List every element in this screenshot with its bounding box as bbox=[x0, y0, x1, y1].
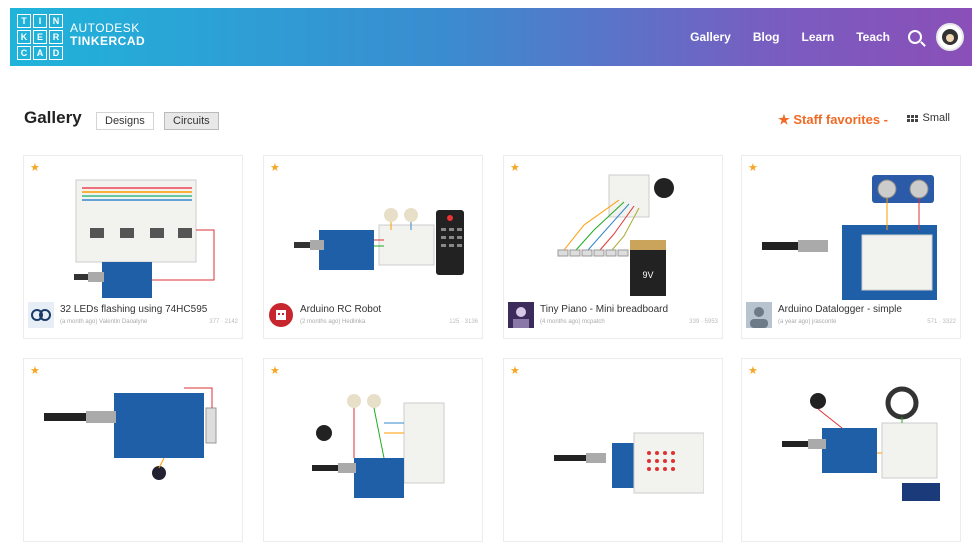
card-meta: (a month ago) Valentin Daoalyne bbox=[60, 319, 148, 325]
card-title[interactable]: Tiny Piano - Mini breadboard bbox=[540, 304, 668, 315]
user-avatar-icon bbox=[746, 302, 772, 328]
circuit-thumbnail: 9V bbox=[557, 174, 674, 296]
nav-learn[interactable]: Learn bbox=[802, 30, 835, 44]
circuit-thumbnail bbox=[44, 387, 217, 480]
card-footer: Arduino Datalogger - simple (a year ago)… bbox=[746, 300, 958, 334]
star-icon: ★ bbox=[30, 162, 40, 174]
small-view-label: Small bbox=[922, 112, 950, 124]
card-title[interactable]: Arduino RC Robot bbox=[300, 304, 381, 315]
circuit-logo-icon bbox=[28, 302, 54, 328]
card-meta: (2 months ago) Hedlinka bbox=[300, 319, 366, 325]
card-meta: (a year ago) jrasconte bbox=[778, 319, 837, 325]
logo-letter: C bbox=[17, 46, 31, 60]
gallery-card[interactable]: ★ bbox=[263, 358, 483, 542]
robot-badge-icon bbox=[269, 303, 293, 327]
circuits-filter-button[interactable]: Circuits bbox=[164, 112, 219, 130]
logo-letter: N bbox=[49, 14, 63, 28]
user-avatar[interactable] bbox=[936, 23, 964, 51]
top-navigation-bar: T I N K E R C A D AUTODESK TINKERCAD Gal… bbox=[10, 8, 972, 66]
gallery-card[interactable]: ★ bbox=[741, 358, 961, 542]
circuit-thumbnail bbox=[312, 394, 445, 498]
designs-filter-button[interactable]: Designs bbox=[96, 112, 154, 130]
logo-letter: A bbox=[33, 46, 47, 60]
logo-letter: R bbox=[49, 30, 63, 44]
battery-label: 9V bbox=[642, 270, 653, 280]
staff-favorites-sort[interactable]: ★ Staff favorites - bbox=[778, 112, 888, 128]
star-icon: ★ bbox=[510, 162, 520, 174]
card-stats: 125 · 3136 bbox=[449, 319, 478, 325]
card-title[interactable]: 32 LEDs flashing using 74HC595 bbox=[60, 304, 207, 315]
card-stats: 377 · 2142 bbox=[209, 319, 238, 325]
nav-teach[interactable]: Teach bbox=[856, 30, 890, 44]
nav-gallery[interactable]: Gallery bbox=[690, 30, 731, 44]
star-icon: ★ bbox=[30, 365, 40, 377]
star-icon: ★ bbox=[748, 162, 758, 174]
card-stats: 339 · 5953 bbox=[689, 319, 718, 325]
circuit-thumbnail bbox=[762, 175, 937, 300]
nav-blog[interactable]: Blog bbox=[753, 30, 780, 44]
gallery-card[interactable]: ★ Arduino Datalogger - simple (a year ag… bbox=[741, 155, 961, 339]
avatar-face-icon bbox=[942, 29, 958, 45]
circuit-thumbnail bbox=[554, 432, 704, 494]
logo-letter: K bbox=[17, 30, 31, 44]
gallery-card[interactable]: ★ 9V Tiny Piano - Mini breadboard (4 mon… bbox=[503, 155, 723, 339]
gallery-card[interactable]: ★ Arduino RC Robot (2 months ago) Hedlin… bbox=[263, 155, 483, 339]
circuit-thumbnail bbox=[294, 208, 464, 275]
circuit-thumbnail bbox=[74, 179, 215, 298]
card-stats: 571 · 3322 bbox=[927, 319, 956, 325]
grid-view-icon bbox=[907, 114, 919, 122]
gallery-card[interactable]: ★ 32 LEDs flashing using 74HC595 (a mont… bbox=[23, 155, 243, 339]
star-icon: ★ bbox=[510, 365, 520, 377]
small-view-toggle[interactable]: Small bbox=[907, 112, 950, 124]
brand-name[interactable]: AUTODESK TINKERCAD bbox=[70, 22, 145, 48]
card-title[interactable]: Arduino Datalogger - simple bbox=[778, 304, 902, 315]
search-icon[interactable] bbox=[908, 30, 922, 44]
star-icon: ★ bbox=[270, 162, 280, 174]
page-title: Gallery bbox=[24, 108, 82, 127]
card-meta: (4 months ago) mcpatch bbox=[540, 319, 605, 325]
gallery-card[interactable]: ★ bbox=[503, 358, 723, 542]
card-footer: 32 LEDs flashing using 74HC595 (a month … bbox=[28, 300, 240, 334]
logo-letter: I bbox=[33, 14, 47, 28]
logo-letter: E bbox=[33, 30, 47, 44]
star-icon: ★ bbox=[748, 365, 758, 377]
logo-letter: T bbox=[17, 14, 31, 28]
card-footer: Arduino RC Robot (2 months ago) Hedlinka… bbox=[268, 300, 480, 334]
card-footer: Tiny Piano - Mini breadboard (4 months a… bbox=[508, 300, 720, 334]
star-icon: ★ bbox=[270, 365, 280, 377]
main-nav: Gallery Blog Learn Teach bbox=[690, 30, 922, 44]
circuit-thumbnail bbox=[782, 386, 940, 501]
logo-letter: D bbox=[49, 46, 63, 60]
brand-line-tinkercad: TINKERCAD bbox=[70, 34, 146, 48]
gallery-card[interactable]: ★ bbox=[23, 358, 243, 542]
user-photo-icon bbox=[508, 302, 534, 328]
tinkercad-logo-icon[interactable]: T I N K E R C A D bbox=[17, 14, 63, 60]
